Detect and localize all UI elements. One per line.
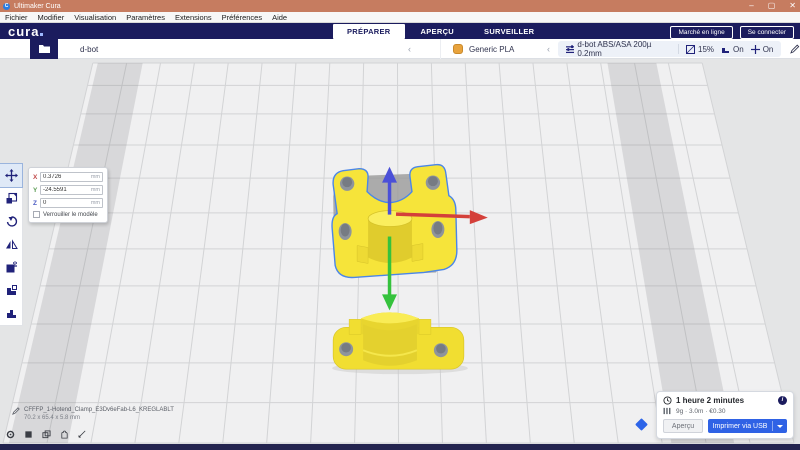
y-label: Y bbox=[33, 186, 38, 194]
duplicate-icon[interactable] bbox=[42, 430, 51, 439]
hand-view-icon[interactable] bbox=[60, 430, 69, 439]
menu-preferences[interactable]: Préférences bbox=[222, 13, 262, 22]
cura-logo: cura bbox=[8, 24, 44, 39]
print-via-usb-button[interactable]: Imprimer via USB bbox=[708, 419, 787, 433]
menu-extensions[interactable]: Extensions bbox=[175, 13, 212, 22]
material-icon bbox=[453, 44, 463, 54]
config-bar: d-bot ‹ Generic PLA ‹ d-bot ABS/ASA 200µ… bbox=[0, 39, 800, 59]
stage-tabs: PRÉPARER APERÇU SURVEILLER bbox=[333, 23, 548, 39]
scale-icon bbox=[6, 192, 17, 204]
settings-collapse-chevron-icon[interactable]: ‹ bbox=[547, 44, 550, 54]
mirror-icon bbox=[5, 239, 18, 249]
model-dimensions: 70.2 x 65.4 x 5.8 mm bbox=[24, 415, 81, 421]
print-time-estimate: 1 heure 2 minutes bbox=[676, 396, 745, 405]
mesh-tools-button[interactable] bbox=[0, 302, 22, 325]
z-position-input[interactable] bbox=[43, 200, 91, 206]
close-icon[interactable]: ✕ bbox=[789, 0, 796, 12]
z-unit: mm bbox=[90, 200, 100, 206]
x-label: X bbox=[33, 173, 38, 181]
minimize-icon[interactable]: – bbox=[749, 0, 753, 12]
lock-model-label: Verrouiller le modèle bbox=[43, 211, 98, 218]
adhesion-value: On bbox=[762, 44, 774, 54]
menu-aide[interactable]: Aide bbox=[272, 13, 287, 22]
open-file-button[interactable] bbox=[30, 39, 58, 59]
app-icon: C bbox=[3, 2, 10, 10]
folder-open-icon bbox=[38, 45, 50, 53]
preview-button[interactable]: Aperçu bbox=[663, 419, 703, 433]
support-icon bbox=[722, 47, 730, 53]
material-name: Generic PLA bbox=[469, 44, 515, 54]
menu-parametres[interactable]: Paramètres bbox=[126, 13, 165, 22]
info-icon[interactable]: i bbox=[778, 396, 787, 405]
profile-summary-label: d-bot ABS/ASA 200µ 0.2mm bbox=[577, 40, 652, 58]
tab-preparer[interactable]: PRÉPARER bbox=[333, 23, 405, 39]
rotate-icon bbox=[6, 216, 17, 227]
move-tool-button[interactable] bbox=[0, 163, 23, 188]
y-unit: mm bbox=[90, 187, 100, 193]
edit-settings-pencil-icon[interactable] bbox=[790, 44, 800, 54]
z-label: Z bbox=[33, 199, 37, 207]
print-summary-panel: 1 heure 2 minutes i 9g · 3.0m · €0.30 Ap… bbox=[656, 391, 794, 439]
print-via-usb-label: Imprimer via USB bbox=[712, 422, 768, 430]
filament-spool-icon bbox=[663, 407, 671, 415]
cube-view-icon[interactable] bbox=[24, 430, 33, 439]
z-position-field[interactable]: mm bbox=[40, 198, 103, 208]
per-model-settings-icon bbox=[6, 261, 17, 273]
menu-visualisation[interactable]: Visualisation bbox=[74, 13, 116, 22]
support-blocker-icon bbox=[6, 285, 17, 295]
gear-icon[interactable] bbox=[6, 430, 15, 439]
maximize-icon[interactable]: ▢ bbox=[768, 0, 776, 12]
clock-icon bbox=[663, 396, 672, 405]
model-info: CFFFP_1-Hotend_Clamp_E3Dv6eFab-L6_KREGLA… bbox=[12, 407, 174, 421]
y-position-field[interactable]: mm bbox=[40, 185, 103, 195]
position-panel: X mm Y mm Z mm Verrouiller le modèle bbox=[28, 167, 108, 223]
tab-apercu[interactable]: APERÇU bbox=[407, 24, 468, 39]
menu-modifier[interactable]: Modifier bbox=[38, 13, 65, 22]
sign-in-button[interactable]: Se connecter bbox=[739, 25, 794, 39]
rename-pencil-icon[interactable] bbox=[12, 407, 20, 415]
measure-icon[interactable] bbox=[78, 430, 87, 439]
profile-sliders-icon bbox=[566, 44, 575, 53]
view-tools bbox=[6, 430, 87, 439]
rotate-tool-button[interactable] bbox=[0, 210, 22, 233]
per-model-settings-button[interactable] bbox=[0, 256, 22, 279]
support-value: On bbox=[733, 44, 744, 54]
mirror-tool-button[interactable] bbox=[0, 233, 22, 256]
mesh-tools-icon bbox=[6, 310, 16, 318]
y-position-input[interactable] bbox=[43, 187, 91, 193]
window-titlebar: C Ultimaker Cura – ▢ ✕ bbox=[0, 0, 800, 12]
support-blocker-button[interactable] bbox=[0, 279, 22, 302]
marketplace-button[interactable]: Marché en ligne bbox=[670, 25, 733, 39]
material-selector[interactable]: Generic PLA bbox=[440, 39, 514, 59]
x-position-field[interactable]: mm bbox=[40, 172, 103, 182]
material-usage: 9g · 3.0m · €0.30 bbox=[676, 407, 726, 415]
build-plate-scene bbox=[2, 62, 795, 444]
tab-surveiller[interactable]: SURVEILLER bbox=[470, 24, 548, 39]
print-settings-zone: ‹ d-bot ABS/ASA 200µ 0.2mm 15% On On bbox=[545, 39, 800, 59]
print-settings-summary[interactable]: d-bot ABS/ASA 200µ 0.2mm 15% On On bbox=[558, 40, 782, 58]
move-icon bbox=[4, 169, 18, 182]
printer-selector[interactable]: d-bot bbox=[80, 45, 98, 54]
adhesion-icon bbox=[750, 44, 760, 54]
menu-bar: Fichier Modifier Visualisation Paramètre… bbox=[0, 12, 800, 23]
printer-collapse-chevron-icon[interactable]: ‹ bbox=[408, 44, 411, 54]
x-position-input[interactable] bbox=[43, 174, 91, 180]
lock-model-checkbox[interactable] bbox=[33, 211, 40, 218]
scale-tool-button[interactable] bbox=[0, 187, 22, 210]
print-options-chevron-icon[interactable] bbox=[773, 424, 787, 428]
window-bottom-edge bbox=[0, 444, 800, 450]
app-header: cura PRÉPARER APERÇU SURVEILLER Marché e… bbox=[0, 23, 800, 39]
infill-icon bbox=[686, 44, 695, 54]
window-title: Ultimaker Cura bbox=[14, 2, 61, 10]
x-unit: mm bbox=[90, 174, 100, 180]
tool-toolbar bbox=[0, 163, 23, 326]
infill-value: 15% bbox=[698, 44, 715, 54]
viewport-3d[interactable] bbox=[0, 59, 800, 444]
model-file-name[interactable]: CFFFP_1-Hotend_Clamp_E3Dv6eFab-L6_KREGLA… bbox=[24, 407, 174, 413]
menu-fichier[interactable]: Fichier bbox=[5, 13, 28, 22]
